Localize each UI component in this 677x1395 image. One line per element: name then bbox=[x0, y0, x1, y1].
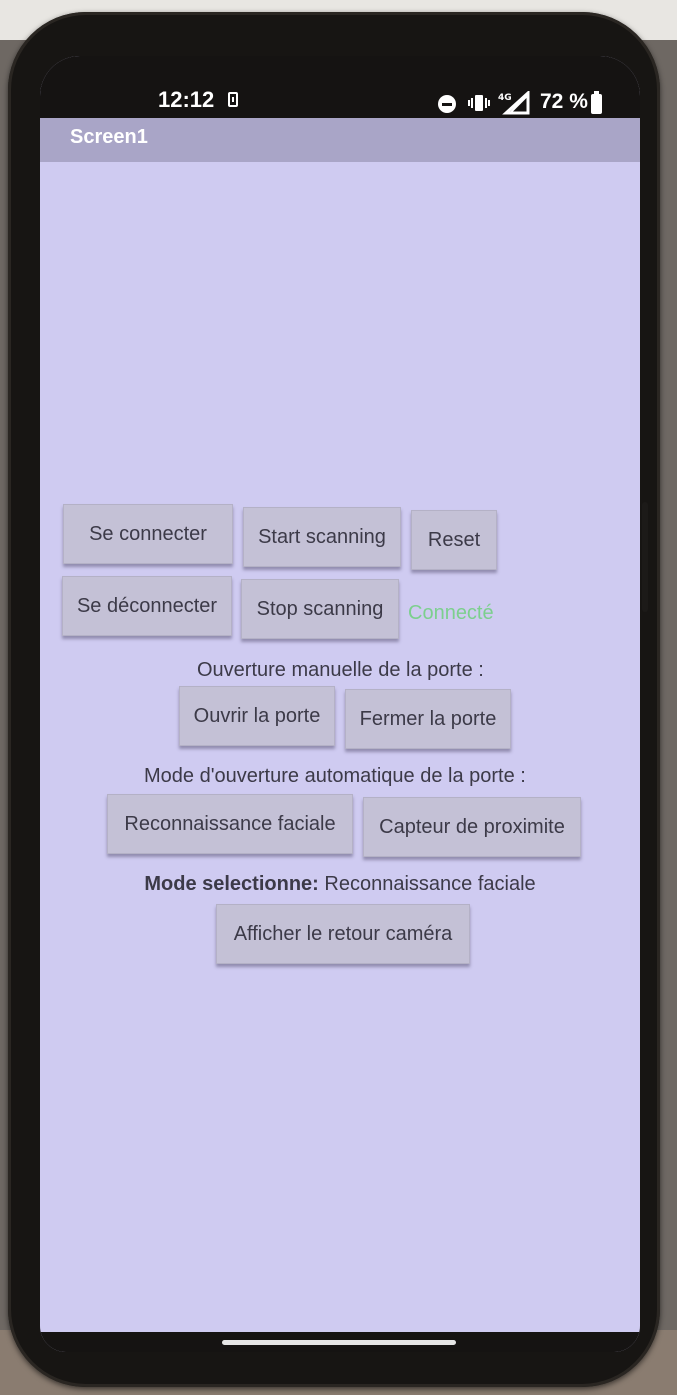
vibrate-icon bbox=[468, 95, 490, 111]
connect-button[interactable]: Se connecter bbox=[63, 504, 233, 564]
do-not-disturb-icon bbox=[438, 95, 456, 113]
automatic-mode-heading: Mode d'ouverture automatique de la porte… bbox=[144, 765, 526, 787]
connection-status-label: Connecté bbox=[408, 602, 494, 624]
reset-button[interactable]: Reset bbox=[411, 510, 497, 570]
facial-recognition-button[interactable]: Reconnaissance faciale bbox=[107, 794, 353, 854]
stop-scanning-button[interactable]: Stop scanning bbox=[241, 579, 399, 639]
status-time: 12:12 bbox=[158, 87, 215, 112]
app-title: Screen1 bbox=[70, 126, 148, 148]
app-screen: 12:12 4G 72 % Screen1 Se connecter Start… bbox=[40, 56, 640, 1352]
selected-mode-label: Mode selectionne: bbox=[144, 873, 319, 895]
selected-mode-line: Mode selectionne: Reconnaissance faciale bbox=[40, 873, 640, 896]
open-door-button[interactable]: Ouvrir la porte bbox=[179, 686, 335, 746]
selected-mode-value: Reconnaissance faciale bbox=[324, 873, 536, 895]
phone-side-button bbox=[642, 502, 648, 612]
app-title-bar: Screen1 bbox=[40, 118, 640, 162]
status-bar: 12:12 4G 72 % bbox=[40, 56, 640, 118]
manual-opening-heading: Ouverture manuelle de la porte : bbox=[197, 659, 484, 681]
mobile-signal-icon: 4G bbox=[498, 91, 530, 115]
disconnect-button[interactable]: Se déconnecter bbox=[62, 576, 232, 636]
close-door-button[interactable]: Fermer la porte bbox=[345, 689, 511, 749]
svg-text:4G: 4G bbox=[498, 93, 512, 103]
proximity-sensor-button[interactable]: Capteur de proximite bbox=[363, 797, 581, 857]
battery-percentage: 72 % bbox=[540, 90, 588, 113]
show-camera-feed-button[interactable]: Afficher le retour caméra bbox=[216, 904, 470, 964]
battery-icon bbox=[591, 91, 602, 114]
home-gesture-handle[interactable] bbox=[222, 1340, 456, 1345]
phone-frame: 12:12 4G 72 % Screen1 Se connecter Start… bbox=[8, 12, 660, 1387]
sim-card-icon bbox=[228, 92, 238, 107]
start-scanning-button[interactable]: Start scanning bbox=[243, 507, 401, 567]
